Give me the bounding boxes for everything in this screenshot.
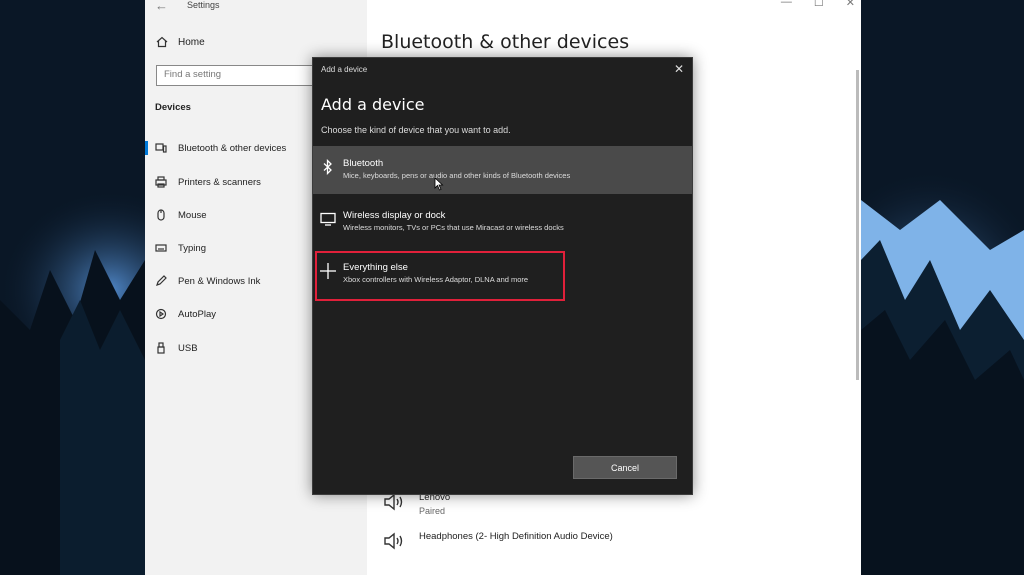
option-bluetooth[interactable]: Bluetooth Mice, keyboards, pens or audio… [313,146,692,194]
mouse-cursor-icon [434,177,444,191]
dialog-heading: Add a device [321,95,425,114]
speaker-icon [384,532,403,550]
cancel-button[interactable]: Cancel [573,456,677,479]
page-title: Bluetooth & other devices [381,31,630,53]
dialog-titlebar: Add a device ✕ [313,58,692,80]
sidebar-item-label: AutoPlay [178,308,217,320]
window-controls: — ☐ ✕ [781,0,855,9]
monitor-icon [320,212,336,226]
highlight-box [315,251,565,301]
bluetooth-icon [323,159,332,175]
keyboard-icon [155,244,167,252]
speaker-icon [384,493,403,511]
sidebar-item-label: Printers & scanners [178,176,261,188]
option-title: Wireless display or dock [343,210,446,221]
printer-icon [155,176,167,188]
mouse-icon [157,209,165,221]
device-row[interactable]: Lenovo Paired [383,492,450,516]
pen-icon [156,275,167,286]
sidebar-item-label: Pen & Windows Ink [178,275,261,287]
maximize-icon[interactable]: ☐ [814,0,824,9]
minimize-icon[interactable]: — [781,0,792,9]
dialog-subtitle: Choose the kind of device that you want … [321,125,511,135]
close-icon[interactable]: ✕ [846,0,855,9]
device-name: Headphones (2- High Definition Audio Dev… [419,531,613,542]
bluetooth-devices-icon [155,143,167,153]
option-description: Wireless monitors, TVs or PCs that use M… [343,223,564,232]
device-status: Paired [419,506,446,516]
home-icon [156,36,168,48]
scrollbar[interactable] [856,70,859,380]
sidebar-item-label: Typing [178,242,206,254]
search-input[interactable]: Find a setting [156,65,326,86]
autoplay-icon [155,308,167,320]
window-title: Settings [187,0,220,10]
option-description: Mice, keyboards, pens or audio and other… [343,171,571,180]
device-row[interactable]: Headphones (2- High Definition Audio Dev… [383,531,613,551]
home-label: Home [178,36,205,48]
add-device-dialog: Add a device ✕ Add a device Choose the k… [312,57,693,495]
dialog-close-icon[interactable]: ✕ [674,62,684,76]
sidebar-item-label: Bluetooth & other devices [178,142,287,154]
dialog-titlebar-text: Add a device [321,65,368,74]
section-heading: Devices [155,102,191,113]
option-wireless-display[interactable]: Wireless display or dock Wireless monito… [313,198,692,246]
sidebar-item-label: Mouse [178,209,207,221]
sidebar-home[interactable]: Home [156,36,205,48]
usb-icon [157,342,165,354]
back-arrow-icon[interactable]: ← [155,0,168,13]
sidebar-item-label: USB [178,342,198,354]
option-title: Bluetooth [343,158,384,169]
